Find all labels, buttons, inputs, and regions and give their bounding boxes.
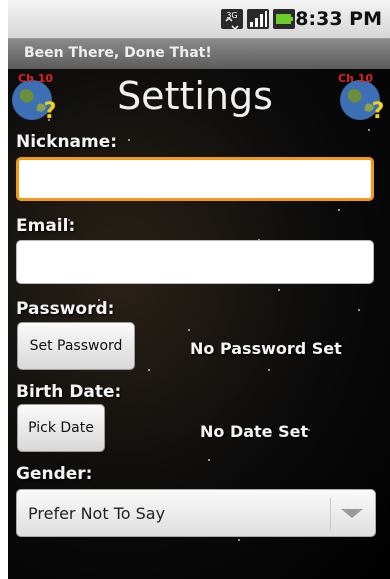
status-time: 8:33 PM — [295, 8, 382, 30]
page-title: Settings — [117, 74, 273, 118]
title-bar: Been There, Done That! — [8, 39, 390, 69]
app-title: Been There, Done That! — [24, 45, 212, 61]
pick-date-button[interactable]: Pick Date — [17, 404, 105, 452]
select-divider — [330, 498, 331, 530]
gender-label: Gender: — [16, 464, 93, 484]
password-status: No Password Set — [190, 339, 342, 358]
birth-date-label: Birth Date: — [16, 382, 122, 402]
chevron-down-icon[interactable] — [341, 509, 363, 518]
status-bar: 3G 8:33 PM — [8, 0, 390, 39]
3g-icon: 3G — [221, 9, 243, 29]
gender-select[interactable]: Prefer Not To Say — [16, 489, 376, 537]
set-password-button[interactable]: Set Password — [17, 322, 135, 370]
birth-date-status: No Date Set — [200, 422, 309, 441]
password-label: Password: — [16, 299, 115, 319]
nickname-input[interactable] — [16, 157, 374, 201]
battery-icon — [273, 9, 295, 29]
nickname-label: Nickname: — [16, 132, 118, 152]
email-label: Email: — [16, 216, 76, 236]
signal-icon — [247, 9, 269, 29]
gender-selected-value: Prefer Not To Say — [28, 504, 166, 523]
email-input[interactable] — [16, 240, 374, 284]
